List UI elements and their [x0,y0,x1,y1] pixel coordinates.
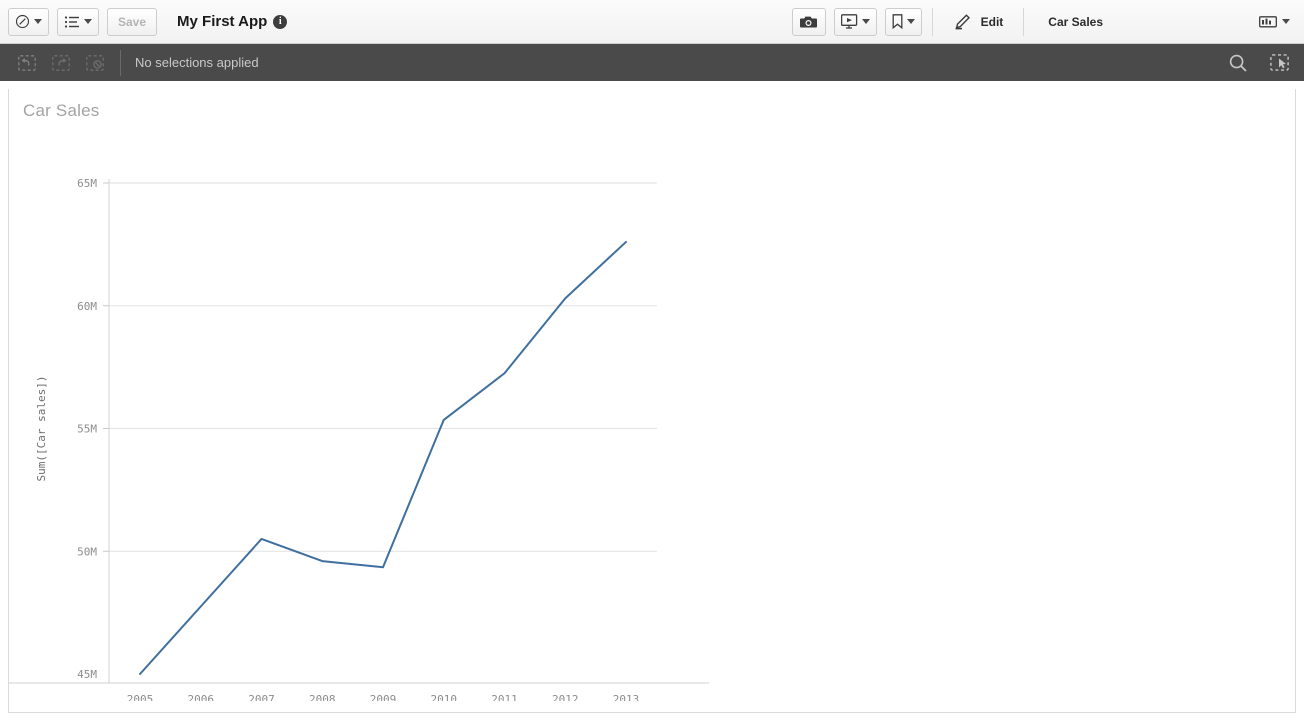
pencil-icon [953,13,971,30]
x-tick-label[interactable]: 2009 [370,693,397,701]
data-series-line[interactable] [139,240,627,675]
selection-status: No selections applied [135,55,259,70]
camera-icon [799,15,818,29]
x-tick-label[interactable]: 2010 [431,693,458,701]
save-button[interactable]: Save [107,7,158,36]
sheet-grid-icon [1259,15,1278,29]
y-tick-label: 60M [77,300,97,313]
y-axis-tick-labels: 45M 50M 55M 60M 65M [77,177,97,681]
y-tick-label: 55M [77,423,97,436]
clear-selections-button[interactable] [78,49,112,77]
y-tick-label: 50M [77,545,97,558]
selections-tool-button[interactable] [1266,49,1294,77]
toolbar-right-group: Edit Car Sales [791,7,1296,36]
chevron-down-icon [1282,19,1290,24]
chevron-down-icon [906,19,915,24]
chevron-down-icon [84,19,92,24]
selection-tool-icon [1270,53,1290,72]
sheet-view-button[interactable] [1253,8,1296,36]
chart-title: Car Sales [23,101,100,120]
toolbar-divider-2 [1023,7,1025,36]
app-title: My First App i [177,13,288,30]
x-tick-label[interactable]: 2008 [309,693,336,701]
chart-gridlines [103,182,657,552]
navigation-menu-button[interactable] [8,7,49,36]
x-tick-label[interactable]: 2005 [127,693,154,701]
x-tick-label[interactable]: 2012 [552,693,579,701]
bookmark-icon [892,14,903,29]
selection-back-icon [18,54,36,71]
current-sheet-name: Car Sales [1048,14,1103,29]
selection-forward-icon [52,54,70,71]
x-tick-label[interactable]: 2013 [613,693,640,701]
edit-button[interactable]: Edit [943,13,1014,30]
selection-forward-button[interactable] [44,49,78,77]
chart-canvas: 45M 50M 55M 60M 65M 2005 2006 2007 2008 2009 2010… [9,177,709,701]
selection-back-button[interactable] [10,49,44,77]
toolbar-left-group: Save My First App i [8,7,288,36]
selection-clear-icon [86,54,104,71]
edit-label: Edit [980,14,1004,29]
y-tick-label: 45M [77,668,97,681]
presentation-icon [840,14,858,29]
y-axis-title: Sum([Car sales]) [35,376,48,482]
chevron-down-icon [34,19,42,24]
sheets-menu-button[interactable] [57,7,99,36]
toolbar-tools-group [791,7,922,36]
list-icon [64,15,80,29]
info-icon[interactable]: i [273,14,288,29]
x-tick-label[interactable]: 2007 [248,693,275,701]
compass-icon [15,14,30,29]
line-chart[interactable]: 45M 50M 55M 60M 65M 2005 2006 2007 2008 2009 2010… [9,121,1295,701]
selection-bar-right-group [1224,49,1294,77]
sheet-container: Car Sales 45M 50M 55M 60M 65M 2005 2006 2007 20… [8,89,1296,713]
y-tick-label: 65M [77,177,97,190]
smart-search-button[interactable] [1224,49,1252,77]
app-title-text: My First App [177,13,268,30]
search-icon [1228,53,1248,73]
selection-bar: No selections applied [0,44,1304,81]
chevron-down-icon [861,19,870,24]
snapshot-button[interactable] [791,7,826,36]
toolbar-divider [931,7,933,36]
top-toolbar: Save My First App i Edit Car Sales [0,0,1304,44]
storytelling-button[interactable] [833,7,877,36]
selection-bar-divider [120,49,121,76]
x-tick-label[interactable]: 2006 [188,693,215,701]
x-tick-label[interactable]: 2011 [491,693,518,701]
x-axis-tick-labels: 2005 2006 2007 2008 2009 2010 2011 2012 2013 [127,693,640,701]
bookmarks-button[interactable] [884,7,922,36]
